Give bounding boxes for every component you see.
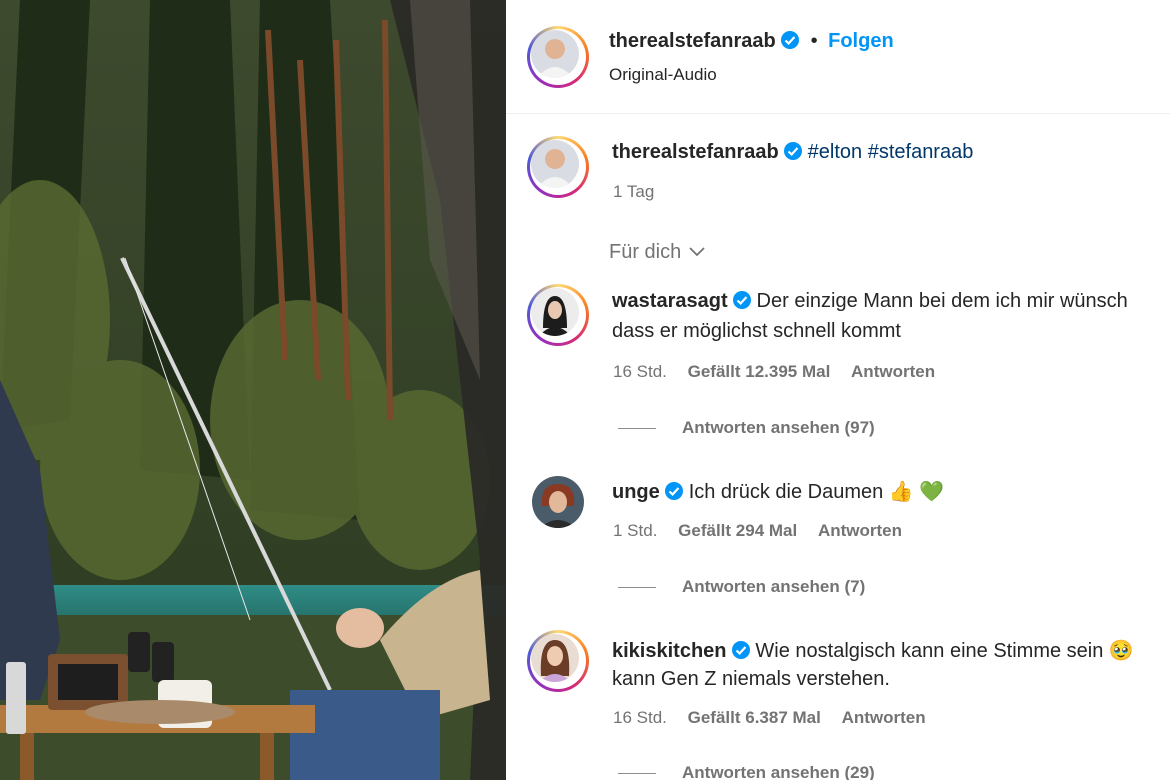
video-frame	[0, 0, 506, 780]
avatar-face	[531, 140, 579, 188]
reply-button[interactable]: Antworten	[818, 521, 902, 540]
replies-line	[618, 587, 656, 589]
view-replies-button[interactable]: Antworten ansehen (29)	[618, 763, 875, 780]
caption-avatar[interactable]	[527, 136, 589, 198]
comment-text: Der einzige Mann bei dem ich mir wünsch	[756, 290, 1128, 312]
verified-icon	[731, 640, 751, 665]
view-replies-button[interactable]: Antworten ansehen (7)	[618, 577, 865, 597]
reply-button[interactable]: Antworten	[851, 362, 935, 381]
comment-avatar[interactable]	[532, 476, 584, 528]
comment-line-1: kikiskitchen Wie nostalgisch kann eine S…	[612, 638, 1134, 665]
reply-button[interactable]: Antworten	[842, 708, 926, 727]
avatar-face	[531, 634, 579, 682]
comment-text: Ich drück die Daumen 👍 💚	[688, 481, 945, 503]
verified-icon	[732, 290, 752, 315]
avatar-face	[531, 30, 579, 78]
sort-label: Für dich	[609, 241, 682, 263]
comment-likes[interactable]: Gefällt 294 Mal	[678, 521, 797, 540]
chevron-down-icon	[687, 241, 707, 263]
caption-username[interactable]: therealstefanraab	[612, 141, 779, 163]
comment-text: Wie nostalgisch kann eine Stimme sein 🥹	[755, 640, 1134, 662]
reel-video[interactable]	[0, 0, 506, 780]
view-replies-label: Antworten ansehen (7)	[682, 577, 866, 596]
separator-dot: •	[810, 30, 818, 52]
comment-text-continued: kann Gen Z niemals verstehen.	[612, 668, 890, 690]
comment-username[interactable]: wastarasagt	[612, 290, 728, 312]
comment-meta: 16 Std. Gefällt 6.387 Mal Antworten	[613, 708, 926, 728]
follow-button[interactable]: Folgen	[828, 30, 894, 52]
comments-panel: therealstefanraab • Folgen Original-Audi…	[506, 0, 1170, 780]
verified-icon	[664, 481, 684, 506]
comment-avatar[interactable]	[527, 630, 589, 692]
replies-line	[618, 428, 656, 430]
comment-time: 16 Std.	[613, 362, 667, 381]
comment-username[interactable]: kikiskitchen	[612, 640, 727, 662]
view-replies-label: Antworten ansehen (97)	[682, 418, 875, 437]
sort-dropdown[interactable]: Für dich	[609, 241, 707, 264]
caption-line: therealstefanraab #elton #stefanraab	[612, 141, 973, 166]
view-replies-label: Antworten ansehen (29)	[682, 763, 875, 780]
comment-time: 1 Std.	[613, 521, 658, 540]
author-avatar[interactable]	[527, 26, 589, 88]
comment-text-continued: dass er möglichst schnell kommt	[612, 320, 901, 342]
verified-icon	[780, 30, 800, 55]
audio-label[interactable]: Original-Audio	[609, 65, 717, 85]
verified-icon	[783, 141, 803, 166]
avatar-face	[531, 288, 579, 336]
comment-username[interactable]: unge	[612, 481, 660, 503]
header-divider	[506, 113, 1170, 114]
comment-meta: 16 Std. Gefällt 12.395 Mal Antworten	[613, 362, 935, 382]
post-header: therealstefanraab • Folgen	[609, 30, 894, 55]
comment-meta: 1 Std. Gefällt 294 Mal Antworten	[613, 521, 902, 541]
caption-hashtags[interactable]: #elton #stefanraab	[808, 141, 974, 163]
caption-time: 1 Tag	[613, 182, 655, 201]
author-username[interactable]: therealstefanraab	[609, 30, 776, 52]
comment-likes[interactable]: Gefällt 12.395 Mal	[688, 362, 831, 381]
comment-time: 16 Std.	[613, 708, 667, 727]
comment-likes[interactable]: Gefällt 6.387 Mal	[688, 708, 821, 727]
comment-line-1: unge Ich drück die Daumen 👍 💚	[612, 479, 944, 506]
view-replies-button[interactable]: Antworten ansehen (97)	[618, 418, 875, 438]
replies-line	[618, 773, 656, 775]
comment-line-1: wastarasagt Der einzige Mann bei dem ich…	[612, 290, 1128, 315]
comment-avatar[interactable]	[527, 284, 589, 346]
